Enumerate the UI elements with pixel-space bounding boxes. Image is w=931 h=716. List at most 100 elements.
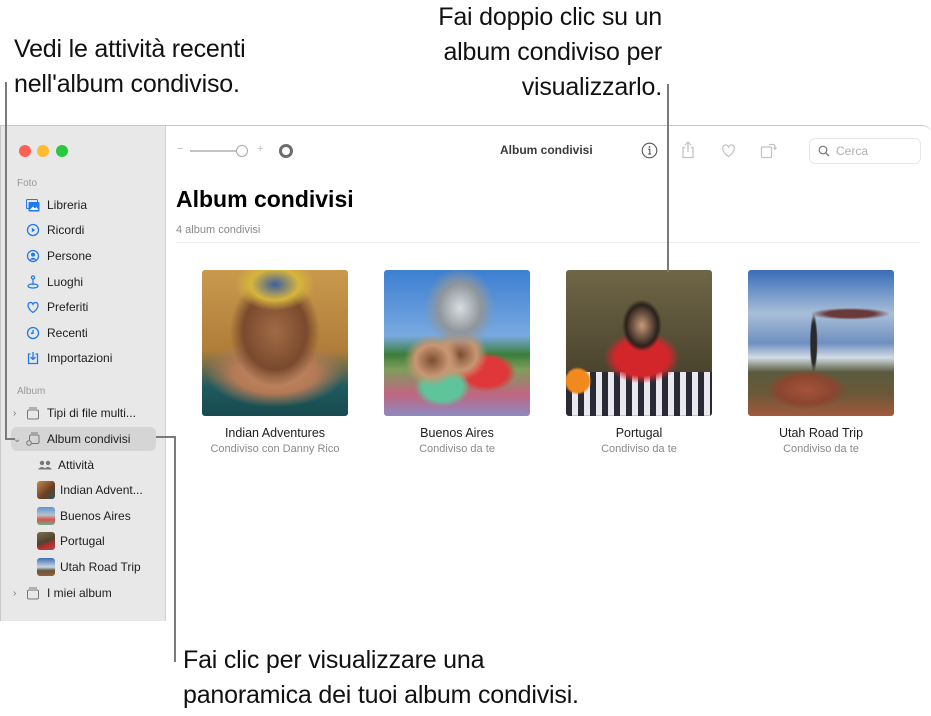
section-header-foto: Foto (17, 178, 38, 189)
album-card-portugal[interactable]: Portugal Condiviso da te (566, 270, 712, 455)
sidebar-item-label: Persone (47, 249, 92, 263)
section-header-album: Album (17, 386, 46, 397)
album-name: Portugal (615, 426, 663, 440)
album-stack-icon (25, 405, 41, 421)
sidebar-item-label: Importazioni (47, 351, 113, 365)
album-cover[interactable] (566, 270, 712, 416)
sidebar-item-luoghi[interactable]: Luoghi (25, 271, 83, 293)
callout-leader-overview (156, 436, 175, 438)
album-name: Indian Adventures (224, 426, 326, 440)
sidebar-item-shared-albums[interactable]: ⌄ Album condivisi (13, 428, 130, 450)
photos-window: Foto Libreria Ricordi Persone Luoghi Pre… (0, 125, 931, 621)
places-icon (25, 274, 41, 290)
share-icon[interactable] (678, 140, 698, 160)
album-name: Utah Road Trip (778, 426, 864, 440)
album-thumbnail (37, 532, 55, 550)
sidebar-item-label: Utah Road Trip (60, 560, 141, 574)
people-icon (25, 248, 41, 264)
sidebar-item-label: Tipi di file multi... (47, 406, 136, 420)
close-window-button[interactable] (19, 145, 31, 157)
page-title: Album condivisi (176, 186, 354, 212)
info-icon[interactable] (639, 140, 659, 160)
callout-line: Fai doppio clic su un (438, 3, 662, 31)
album-cover[interactable] (202, 270, 348, 416)
sidebar-item-label: Album condivisi (47, 432, 131, 446)
zoom-in-button[interactable]: + (257, 143, 263, 155)
sidebar-item-preferiti[interactable]: Preferiti (25, 296, 88, 318)
sidebar-item-label: Luoghi (47, 275, 84, 289)
callout-activity: Vedi le attività recenti nell'album cond… (14, 32, 246, 102)
sidebar-item-buenos-aires[interactable]: Buenos Aires (37, 505, 131, 527)
album-card-utah-road-trip[interactable]: Utah Road Trip Condiviso da te (748, 270, 894, 455)
album-shared-status: Condiviso da te (419, 443, 495, 455)
callout-double-click: Fai doppio clic su un album condiviso pe… (360, 0, 662, 105)
sidebar-item-label: Preferiti (47, 300, 89, 314)
memories-icon (25, 222, 41, 238)
sidebar-item-libreria[interactable]: Libreria (25, 194, 87, 216)
sidebar-item-importazioni[interactable]: Importazioni (25, 347, 112, 369)
callout-line: nell'album condiviso. (14, 70, 240, 98)
favorite-heart-icon[interactable] (718, 140, 738, 160)
toolbar-title: Album condivisi (500, 143, 593, 157)
callout-line: Vedi le attività recenti (14, 35, 246, 63)
album-cover[interactable] (748, 270, 894, 416)
sidebar-item-media-types[interactable]: › Tipi di file multi... (13, 402, 136, 424)
zoom-out-button[interactable]: − (177, 143, 183, 155)
sidebar-item-indian-adventures[interactable]: Indian Advent... (37, 479, 143, 501)
minimize-window-button[interactable] (37, 145, 49, 157)
clock-icon (25, 325, 41, 341)
zoom-slider-knob[interactable] (235, 145, 248, 157)
sidebar-item-ricordi[interactable]: Ricordi (25, 219, 84, 241)
photo-library-icon (25, 197, 41, 213)
import-icon (25, 350, 41, 366)
zoom-slider[interactable] (190, 145, 248, 157)
album-cover[interactable] (384, 270, 530, 416)
callout-leader-overview (174, 436, 176, 662)
search-placeholder: Cerca (836, 144, 869, 158)
sidebar-item-portugal[interactable]: Portugal (37, 530, 105, 552)
sidebar-item-utah-road-trip[interactable]: Utah Road Trip (37, 556, 141, 578)
album-thumbnail (37, 507, 55, 525)
sidebar: Foto Libreria Ricordi Persone Luoghi Pre… (1, 126, 166, 621)
album-name: Buenos Aires (420, 426, 494, 440)
chevron-right-icon[interactable]: › (13, 408, 25, 419)
sidebar-item-label: Indian Advent... (60, 483, 143, 497)
callout-leader-activity (5, 438, 15, 440)
callout-leader-double-click (667, 84, 669, 272)
sidebar-item-label: Portugal (60, 534, 105, 548)
sidebar-item-label: I miei album (47, 586, 112, 600)
sidebar-item-recenti[interactable]: Recenti (25, 322, 88, 344)
search-field[interactable]: Cerca (809, 138, 921, 164)
album-shared-status: Condiviso da te (601, 443, 677, 455)
sidebar-item-persone[interactable]: Persone (25, 245, 92, 267)
callout-leader-activity (5, 82, 7, 440)
sidebar-item-label: Recenti (47, 326, 88, 340)
shared-album-icon (25, 431, 41, 447)
slideshow-icon[interactable] (279, 144, 293, 158)
sidebar-item-label: Buenos Aires (60, 509, 131, 523)
heart-icon (25, 299, 41, 315)
sidebar-item-label: Attività (58, 458, 95, 472)
callout-line: panoramica dei tuoi album condivisi. (183, 681, 579, 709)
album-shared-status: Condiviso da te (783, 443, 859, 455)
zoom-window-button[interactable] (56, 145, 68, 157)
sidebar-item-my-albums[interactable]: › I miei album (13, 582, 112, 604)
sidebar-item-label: Libreria (47, 198, 88, 212)
album-thumbnail (37, 558, 55, 576)
callout-line: Fai clic per visualizzare una (183, 646, 485, 674)
callout-overview: Fai clic per visualizzare una panoramica… (183, 643, 579, 713)
album-count: 4 album condivisi (176, 224, 261, 236)
search-icon (818, 145, 830, 157)
callout-line: visualizzarlo. (521, 73, 663, 101)
album-stack-icon (25, 585, 41, 601)
rotate-icon[interactable] (758, 140, 778, 160)
callout-line: album condiviso per (443, 38, 662, 66)
sidebar-item-label: Ricordi (47, 223, 85, 237)
sidebar-item-activity[interactable]: Attività (37, 454, 94, 476)
album-card-indian-adventures[interactable]: Indian Adventures Condiviso con Danny Ri… (202, 270, 348, 455)
album-thumbnail (37, 481, 55, 499)
album-shared-status: Condiviso con Danny Rico (210, 443, 340, 455)
album-card-buenos-aires[interactable]: Buenos Aires Condiviso da te (384, 270, 530, 455)
divider (176, 242, 920, 243)
chevron-right-icon[interactable]: › (13, 588, 25, 599)
